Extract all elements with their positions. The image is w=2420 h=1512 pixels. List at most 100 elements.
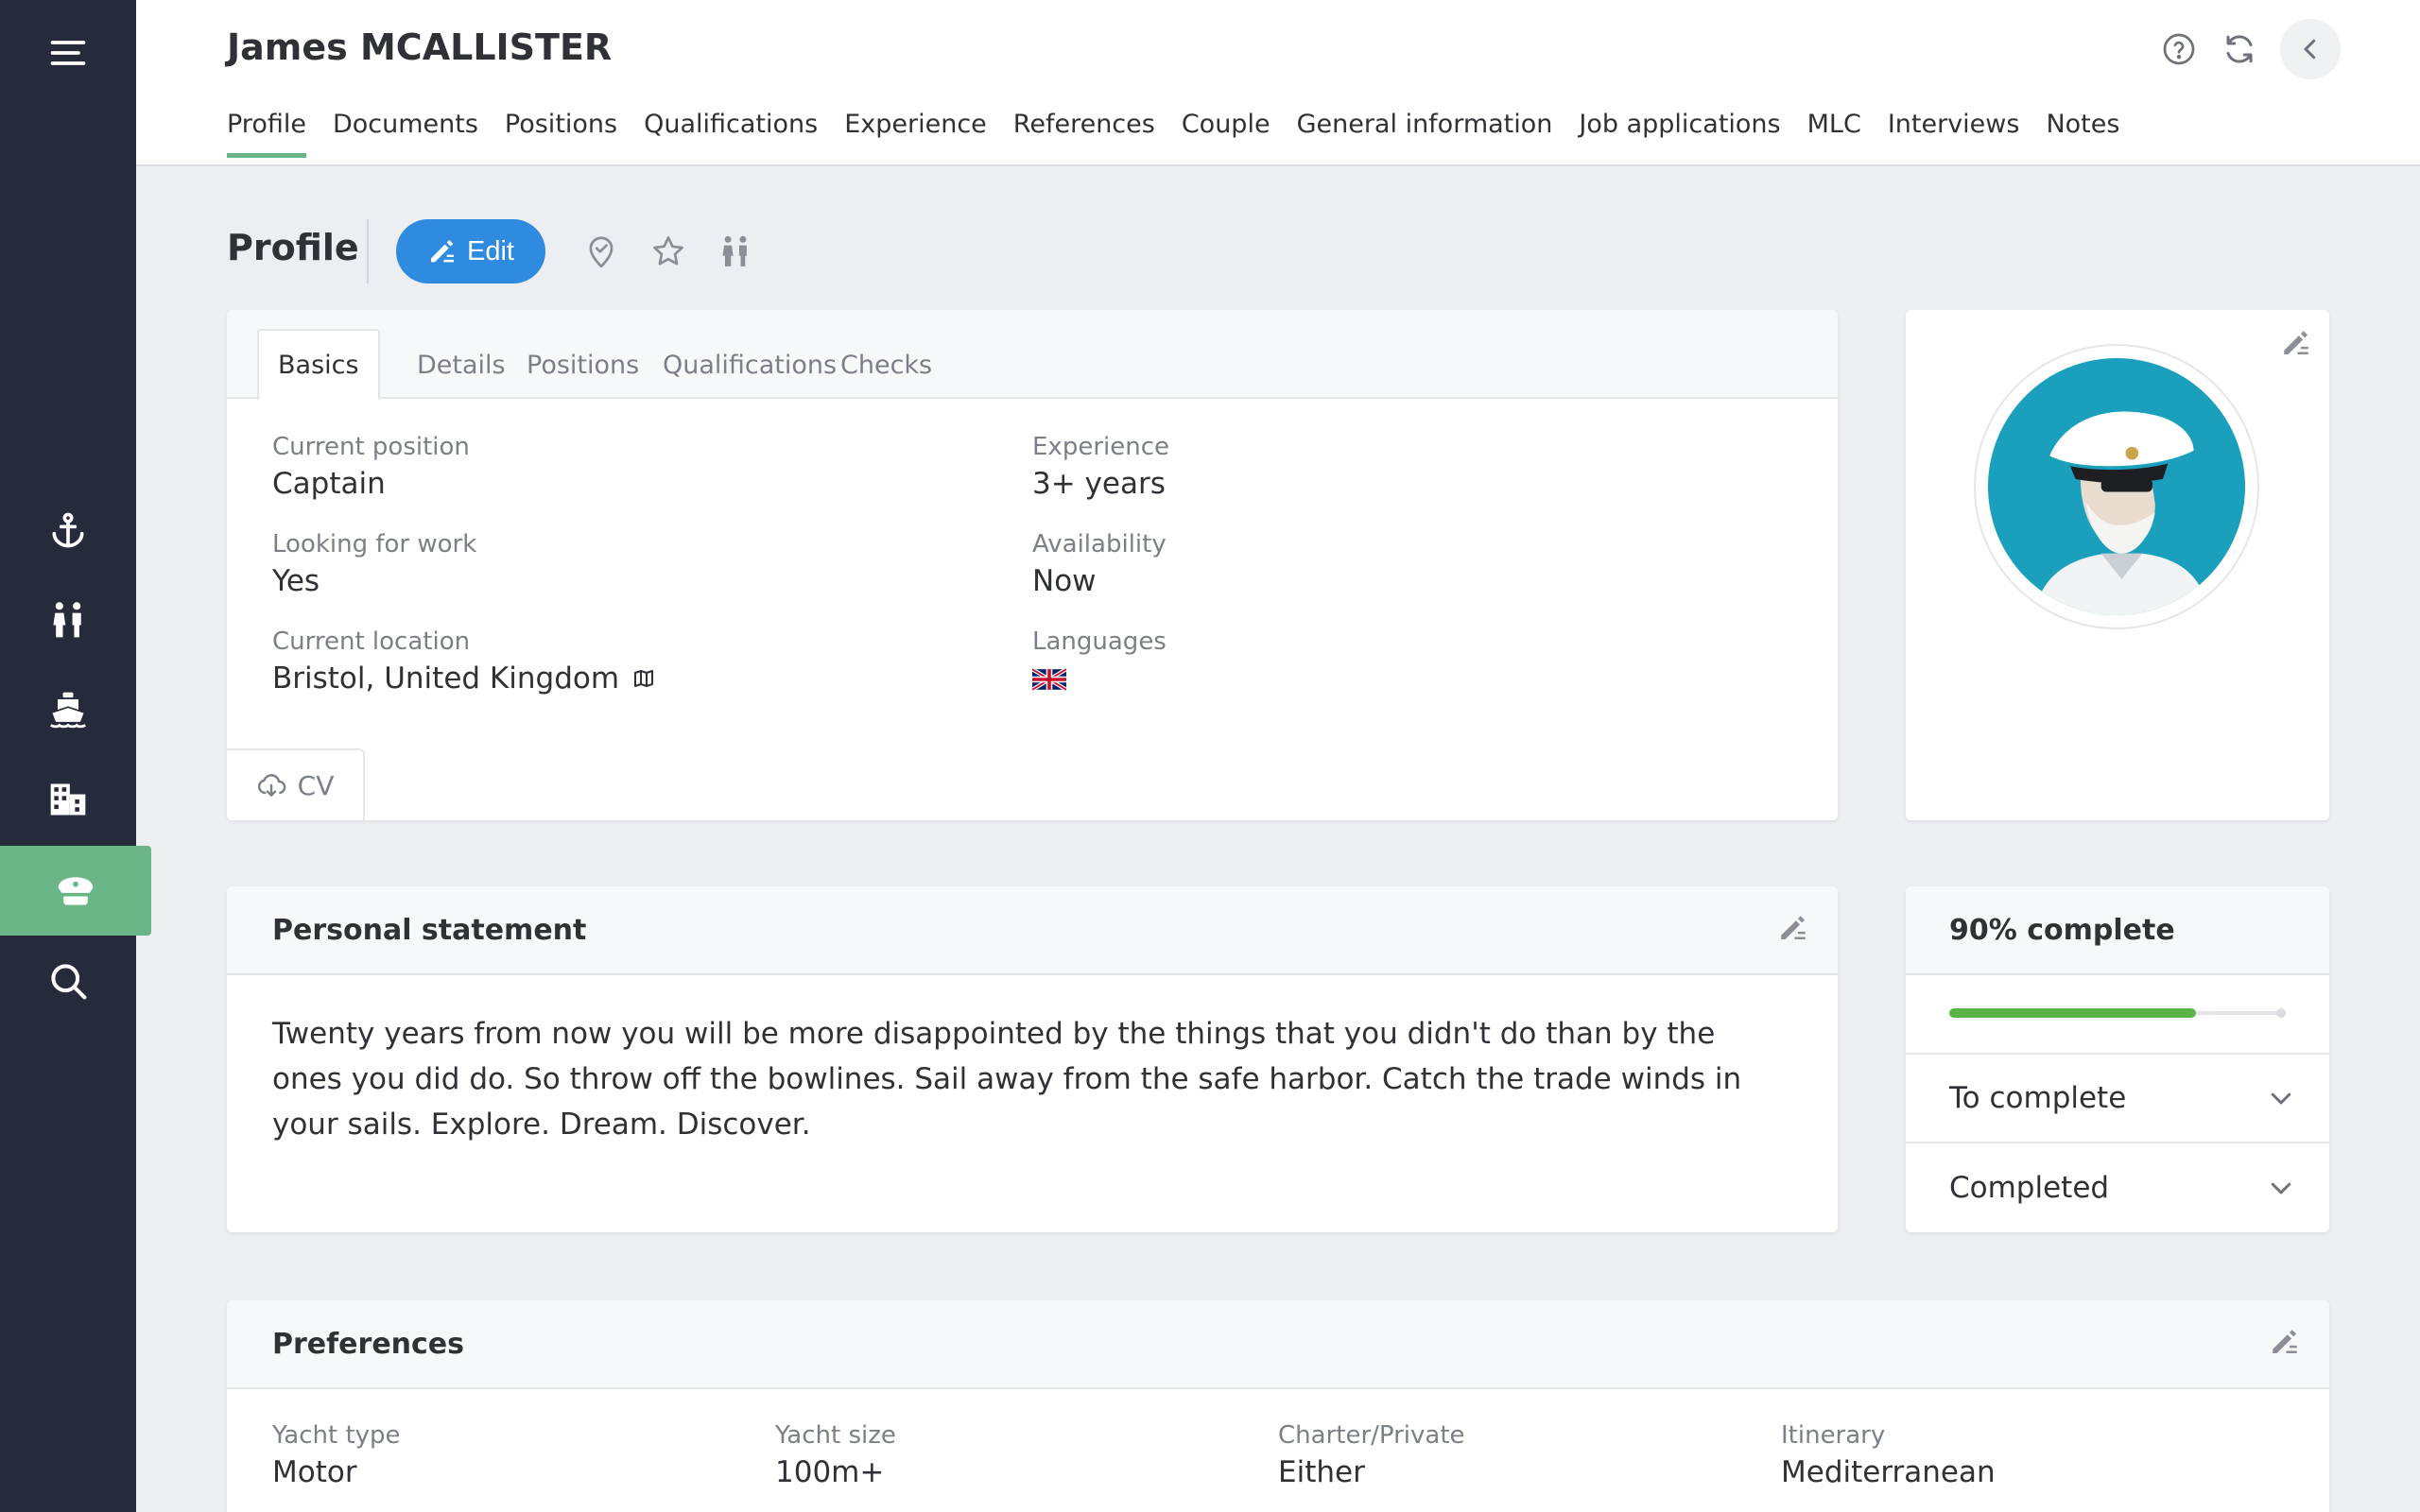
ship-icon <box>50 692 86 728</box>
favourite-button[interactable] <box>648 231 689 272</box>
availability-label: Availability <box>1032 530 1167 558</box>
progress-end-dot <box>2276 1008 2286 1018</box>
edit-button[interactable]: Edit <box>396 219 545 284</box>
sidebar-item-crew[interactable] <box>0 846 151 936</box>
page-header: James MCALLISTER Profile Documents Posit… <box>136 0 2420 166</box>
chevron-down-icon <box>2271 1092 2291 1105</box>
current-location-field: Current location Bristol, United Kingdom <box>272 627 655 696</box>
tab-references[interactable]: References <box>1013 110 1155 158</box>
shortlist-button[interactable] <box>580 231 622 272</box>
charter-private-label: Charter/Private <box>1278 1421 1465 1450</box>
completion-card: 90% complete To complete Completed <box>1906 886 2329 1232</box>
tab-basics[interactable]: Basics <box>257 329 380 401</box>
to-complete-toggle[interactable]: To complete <box>1906 1055 2329 1143</box>
building-icon <box>50 783 86 815</box>
couple-icon <box>53 601 81 637</box>
tab-notes[interactable]: Notes <box>2046 110 2119 158</box>
tab-general-information[interactable]: General information <box>1297 110 1553 158</box>
map-icon[interactable] <box>632 667 655 690</box>
looking-for-work-field: Looking for work Yes <box>272 530 476 598</box>
completion-progress <box>1906 975 2329 1055</box>
sidebar-item-vessels[interactable] <box>0 664 136 754</box>
couple-icon <box>722 235 747 266</box>
progress-track <box>1949 1008 2286 1018</box>
experience-label: Experience <box>1032 433 1169 461</box>
basics-card: Basics Details Positions Qualifications … <box>227 310 1838 820</box>
current-location-value: Bristol, United Kingdom <box>272 662 620 696</box>
chevron-down-icon <box>2271 1182 2291 1194</box>
sidebar-item-companies[interactable] <box>0 754 136 844</box>
edit-icon <box>2284 331 2308 355</box>
tab-couple[interactable]: Couple <box>1182 110 1270 158</box>
edit-statement-button[interactable] <box>1777 912 1809 948</box>
candidate-name: James MCALLISTER <box>227 26 613 68</box>
help-icon <box>2163 33 2195 65</box>
tab-experience[interactable]: Experience <box>844 110 987 158</box>
edit-icon <box>1781 916 1806 940</box>
tab-basics-positions[interactable]: Positions <box>508 329 658 401</box>
tab-positions[interactable]: Positions <box>505 110 617 158</box>
completed-toggle[interactable]: Completed <box>1906 1143 2329 1232</box>
edit-photo-button[interactable] <box>2280 327 2312 363</box>
menu-icon <box>50 40 86 65</box>
yacht-size-value: 100m+ <box>775 1455 885 1489</box>
completion-title: 90% complete <box>1949 913 2175 947</box>
itinerary-field: Itinerary Mediterranean <box>1781 1421 1996 1489</box>
preferences-card: Preferences Yacht type Motor Yacht size … <box>227 1300 2329 1512</box>
current-position-label: Current position <box>272 433 470 461</box>
sidebar-item-anchor[interactable] <box>0 485 136 575</box>
languages-label: Languages <box>1032 627 1167 656</box>
itinerary-value: Mediterranean <box>1781 1455 1996 1489</box>
candidate-tabs: Profile Documents Positions Qualificatio… <box>227 110 2119 158</box>
help-button[interactable] <box>2159 29 2199 69</box>
anchor-icon <box>52 512 84 547</box>
photo-card <box>1906 310 2329 820</box>
back-button[interactable] <box>2280 19 2341 79</box>
to-complete-label: To complete <box>1949 1081 2127 1115</box>
tab-qualifications[interactable]: Qualifications <box>644 110 818 158</box>
current-location-row: Bristol, United Kingdom <box>272 662 655 696</box>
availability-value: Now <box>1032 564 1097 598</box>
menu-button[interactable] <box>0 8 136 97</box>
yacht-size-label: Yacht size <box>775 1421 896 1450</box>
sidebar <box>0 0 151 1512</box>
sidebar-item-search[interactable] <box>0 936 136 1025</box>
looking-for-work-label: Looking for work <box>272 530 477 558</box>
uk-flag-icon <box>1030 667 1068 692</box>
completed-label: Completed <box>1949 1171 2110 1205</box>
search-icon <box>51 963 87 999</box>
edit-preferences-button[interactable] <box>2269 1326 2301 1362</box>
personal-statement-card: Personal statement Twenty years from now… <box>227 886 1838 1232</box>
sidebar-item-couples[interactable] <box>0 575 136 664</box>
tab-details[interactable]: Details <box>398 329 525 401</box>
location-check-icon <box>589 236 614 268</box>
current-position-value: Captain <box>272 467 386 501</box>
tab-interviews[interactable]: Interviews <box>1888 110 2020 158</box>
yacht-type-label: Yacht type <box>272 1421 401 1450</box>
yacht-size-field: Yacht size 100m+ <box>775 1421 896 1489</box>
cv-button[interactable]: CV <box>227 748 365 820</box>
edit-icon <box>2273 1330 2297 1354</box>
itinerary-label: Itinerary <box>1781 1421 1886 1450</box>
couple-button[interactable] <box>715 231 756 272</box>
charter-private-field: Charter/Private Either <box>1278 1421 1465 1489</box>
languages-field: Languages <box>1030 627 1167 696</box>
star-icon <box>653 236 683 266</box>
edit-button-label: Edit <box>467 235 514 266</box>
tab-checks[interactable]: Checks <box>821 329 951 401</box>
title-divider <box>367 219 369 284</box>
yacht-type-field: Yacht type Motor <box>272 1421 401 1489</box>
basics-tabs: Basics Details Positions Qualifications … <box>227 310 1838 401</box>
tab-job-applications[interactable]: Job applications <box>1579 110 1780 158</box>
current-location-label: Current location <box>272 627 471 656</box>
captain-hat-icon <box>58 876 94 905</box>
completion-header: 90% complete <box>1906 886 2329 975</box>
cloud-download-icon <box>257 774 285 797</box>
avatar-frame <box>1974 344 2259 629</box>
tab-profile[interactable]: Profile <box>227 110 306 158</box>
captain-photo <box>1988 358 2245 615</box>
refresh-button[interactable] <box>2220 29 2259 69</box>
tab-mlc[interactable]: MLC <box>1807 110 1861 158</box>
preferences-header: Preferences <box>227 1300 2329 1389</box>
tab-documents[interactable]: Documents <box>333 110 478 158</box>
